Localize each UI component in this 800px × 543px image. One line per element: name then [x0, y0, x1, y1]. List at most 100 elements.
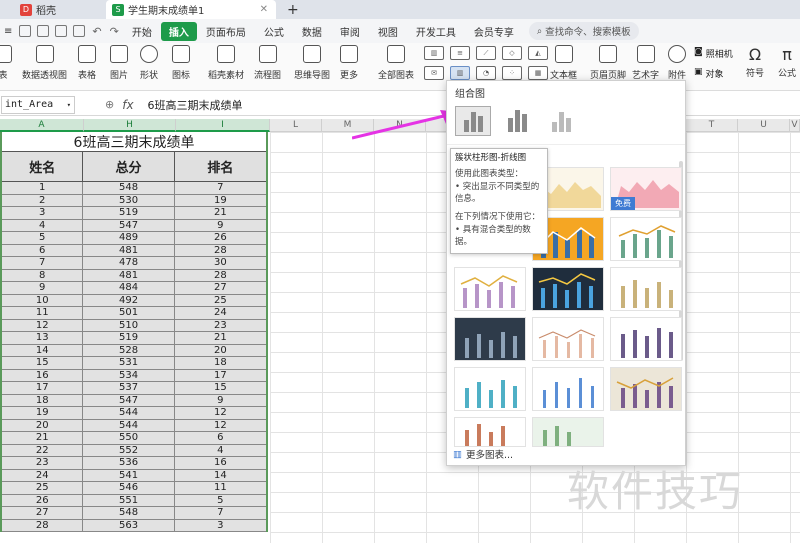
column-line-secondary-axis-option[interactable]	[499, 106, 535, 136]
radar-chart-icon[interactable]: ◇	[502, 46, 522, 60]
ribbon-shape-button[interactable]: 形状	[140, 45, 158, 81]
cell-name[interactable]: 23	[2, 457, 84, 469]
column-chart-icon[interactable]: ▥	[424, 46, 444, 60]
command-search[interactable]: ⌕ 查找命令、搜索模板	[528, 22, 639, 40]
cell-total[interactable]: 552	[83, 444, 175, 456]
cell-total[interactable]: 550	[83, 432, 175, 444]
cell-rank[interactable]: 23	[175, 320, 266, 332]
ribbon-formula-button[interactable]: π 公式	[778, 45, 796, 79]
ribbon-grid-button[interactable]: 表格	[78, 45, 96, 81]
template-thumbnail[interactable]: 免费	[610, 167, 682, 211]
cell-rank[interactable]: 5	[175, 495, 266, 507]
save-icon[interactable]	[19, 25, 32, 37]
cell-name[interactable]: 11	[2, 307, 84, 319]
undo-icon[interactable]: ↶	[92, 25, 101, 38]
col-header-l[interactable]: L	[270, 119, 322, 132]
name-box[interactable]: int_Area ▾	[1, 95, 75, 114]
cell-total[interactable]: 534	[83, 369, 175, 381]
template-thumbnail[interactable]	[610, 267, 682, 311]
cell-rank[interactable]: 24	[175, 307, 266, 319]
object-button[interactable]: ▣ 对象	[694, 67, 724, 80]
scatter-chart-icon[interactable]: ⁘	[502, 66, 522, 80]
pie-chart-icon[interactable]: ◔	[476, 66, 496, 80]
ribbon-docer-material-button[interactable]: 稻壳素材	[208, 45, 244, 81]
cell-rank[interactable]: 12	[175, 420, 266, 432]
col-header-a[interactable]: A	[0, 119, 84, 132]
menu-insert[interactable]: 插入	[160, 21, 197, 41]
col-header-h[interactable]: H	[84, 119, 176, 132]
fx-button[interactable]: fx	[122, 98, 133, 112]
cell-rank[interactable]: 7	[175, 507, 266, 519]
ribbon-attachment-button[interactable]: 附件	[668, 45, 686, 81]
ribbon-flowchart-button[interactable]: 流程图	[254, 45, 281, 81]
menu-developer[interactable]: 开发工具	[407, 24, 465, 39]
sheet-title[interactable]: 6班高三期末成绩单	[2, 132, 266, 152]
more-charts-link[interactable]: ▥ 更多图表...	[453, 447, 513, 462]
ribbon-pivot-chart-button[interactable]: 数据透视图	[22, 45, 67, 81]
cell-rank[interactable]: 9	[175, 220, 266, 232]
template-thumbnail[interactable]	[532, 367, 604, 411]
combo-chart-icon[interactable]: ▥	[450, 66, 470, 80]
col-header-t[interactable]: T	[686, 119, 738, 132]
map-chart-icon[interactable]: ✉	[424, 66, 444, 80]
cell-total[interactable]: 537	[83, 382, 175, 394]
menu-view[interactable]: 视图	[369, 24, 407, 39]
template-thumbnail[interactable]	[454, 417, 526, 447]
line-chart-icon[interactable]: ⟋	[476, 46, 496, 60]
print-icon[interactable]	[55, 25, 68, 37]
cell-name[interactable]: 22	[2, 444, 84, 456]
stock-chart-icon[interactable]: ▦	[528, 66, 548, 80]
formula-input[interactable]: 6班高三期末成绩单	[148, 97, 243, 113]
cell-name[interactable]: 10	[2, 294, 84, 306]
ribbon-header-footer-button[interactable]: 页眉页脚	[590, 45, 626, 81]
cell-total[interactable]: 519	[83, 207, 175, 219]
cell-rank[interactable]: 26	[175, 232, 266, 244]
cell-total[interactable]: 563	[83, 519, 175, 531]
cell-name[interactable]: 5	[2, 232, 84, 244]
cell-total[interactable]: 541	[83, 469, 175, 481]
header-rank[interactable]: 排名	[175, 152, 266, 181]
cell-rank[interactable]: 6	[175, 432, 266, 444]
cell-rank[interactable]: 30	[175, 257, 266, 269]
menu-review[interactable]: 审阅	[331, 24, 369, 39]
col-header-v[interactable]: V	[790, 119, 800, 132]
cell-name[interactable]: 13	[2, 332, 84, 344]
cell-name[interactable]: 7	[2, 257, 84, 269]
ribbon-symbol-button[interactable]: Ω 符号	[746, 45, 764, 79]
ribbon-more-button[interactable]: 更多	[340, 45, 358, 81]
cell-name[interactable]: 8	[2, 269, 84, 281]
cell-name[interactable]: 9	[2, 282, 84, 294]
tab-workbook[interactable]: S 学生期末成绩单1 ✕	[106, 0, 276, 19]
cell-name[interactable]: 15	[2, 357, 84, 369]
cell-name[interactable]: 12	[2, 319, 84, 331]
cell-total[interactable]: 481	[83, 244, 175, 256]
ribbon-mindmap-button[interactable]: 思维导图	[294, 45, 330, 81]
cell-name[interactable]: 28	[2, 519, 84, 531]
redo-icon[interactable]: ↷	[110, 25, 119, 38]
menu-home[interactable]: 开始	[123, 24, 161, 39]
cell-name[interactable]: 21	[2, 432, 84, 444]
template-thumbnail[interactable]	[532, 267, 604, 311]
ribbon-picture-button[interactable]: 图片	[110, 45, 128, 81]
cell-name[interactable]: 3	[2, 207, 84, 219]
cell-total[interactable]: 548	[83, 182, 175, 194]
cell-name[interactable]: 14	[2, 344, 84, 356]
cell-name[interactable]: 18	[2, 394, 84, 406]
clustered-column-line-option[interactable]	[455, 106, 491, 136]
cell-total[interactable]: 544	[83, 419, 175, 431]
cell-rank[interactable]: 19	[175, 195, 266, 207]
cell-name[interactable]: 4	[2, 219, 84, 231]
cell-rank[interactable]: 21	[175, 207, 266, 219]
stacked-area-column-option[interactable]	[543, 106, 579, 136]
menu-data[interactable]: 数据	[293, 24, 331, 39]
cell-rank[interactable]: 21	[175, 332, 266, 344]
cell-rank[interactable]: 3	[175, 520, 266, 532]
export-icon[interactable]	[37, 25, 50, 37]
menu-member[interactable]: 会员专享	[465, 24, 523, 39]
ribbon-all-charts-button[interactable]: 全部图表	[378, 45, 414, 81]
header-total[interactable]: 总分	[83, 152, 175, 181]
cell-total[interactable]: 489	[83, 232, 175, 244]
new-tab-button[interactable]: +	[287, 0, 299, 19]
cell-name[interactable]: 25	[2, 482, 84, 494]
cell-total[interactable]: 536	[83, 457, 175, 469]
